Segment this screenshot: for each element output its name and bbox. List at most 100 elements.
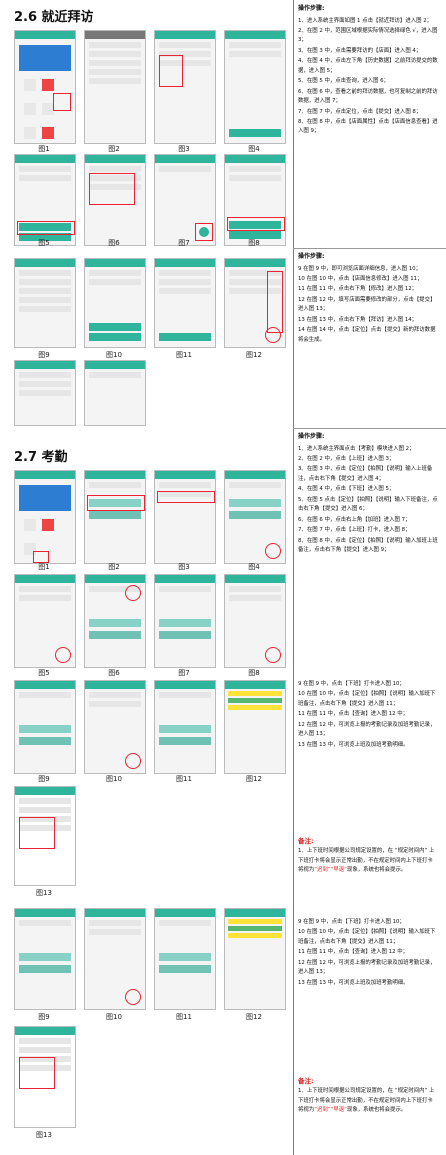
- figure-label: 图3: [178, 563, 190, 571]
- screenshot-fig7: [154, 154, 216, 246]
- screenshot-fig9: [14, 258, 76, 348]
- row-divider: [293, 428, 446, 429]
- screenshot-fig2: [84, 30, 146, 144]
- screenshot-fig8: [224, 154, 286, 246]
- screenshot-att-fig13b: [14, 1026, 76, 1128]
- figure-label: 图7: [178, 669, 190, 677]
- figure-label: 图6: [108, 239, 120, 247]
- step-item: 11 在图 11 中，点击【查询】进入图 12 中；: [298, 949, 409, 956]
- step-item: 8、在图 8 中，点击【定位】【拍照】【说明】输入加班上班备注，点击右下角【提交…: [298, 537, 438, 554]
- step-item: 9 在图 9 中，点击【下班】打卡进入图 10；: [298, 919, 405, 925]
- screenshot-att-fig9b: [14, 908, 76, 1010]
- screenshot-fig13: [14, 360, 76, 426]
- step-item: 2、在图 2 中，点击【上班】进入图 3；: [298, 455, 395, 462]
- note-text: 1、上下班时间根据公司规定设置的，在 “规定时间内” 上下班打卡将会显示正常出勤…: [298, 1088, 435, 1114]
- screenshot-att-fig10: [84, 680, 146, 774]
- figure-label: 图2: [108, 145, 120, 153]
- figure-label: 图11: [176, 1013, 192, 1021]
- screenshot-att-fig2: [84, 470, 146, 564]
- section-title-nearby-visit: 2.6 就近拜访: [14, 10, 94, 25]
- figure-label: 图9: [38, 775, 50, 783]
- figure-label: 图10: [106, 351, 122, 359]
- step-item: 2、在图 2 中，范围区域根据实际情况选择绿色 √，进入图 3；: [298, 27, 438, 44]
- step-item: 5、在图 5 点击【定位】【拍照】【说明】输入下班备注，点击右下角【提交】进入图…: [298, 496, 438, 513]
- figure-label: 图9: [38, 351, 50, 359]
- step-item: 4、在图 4 中，点击【下班】进入图 5；: [298, 486, 395, 493]
- screenshot-att-fig13: [14, 786, 76, 886]
- screenshot-fig14: [84, 360, 146, 426]
- figure-label: 图11: [176, 351, 192, 359]
- screenshot-att-fig9: [14, 680, 76, 774]
- screenshot-att-fig8: [224, 574, 286, 668]
- screenshot-att-fig11b: [154, 908, 216, 1010]
- step-item: 7、在图 7 中，点击【上班】打卡，进入图 8；: [298, 527, 411, 534]
- note-attendance-b: 备注: 1、上下班时间根据公司规定设置的，在 “规定时间内” 上下班打卡将会显示…: [298, 1076, 438, 1116]
- step-item: 7、在图 7 中，点击定位，点击【提交】进入图 8；: [298, 108, 422, 115]
- steps-heading: 操作步骤:: [298, 253, 325, 260]
- figure-label: 图1: [38, 563, 50, 571]
- screenshot-fig11: [154, 258, 216, 348]
- steps-attendance-c: 9 在图 9 中，点击【下班】打卡进入图 10； 10 在图 10 中，点击【定…: [298, 918, 438, 989]
- figure-label: 图12: [246, 351, 262, 359]
- screenshot-att-fig11: [154, 680, 216, 774]
- note-attendance-a: 备注: 1、上下班时间根据公司规定设置的，在 “规定时间内” 上下班打卡将会显示…: [298, 836, 438, 876]
- column-divider: [293, 0, 294, 1155]
- screenshot-att-fig7: [154, 574, 216, 668]
- step-item: 10 在图 10 中，点击【定位】【拍照】【说明】输入加班下班备注，点击右下角【…: [298, 929, 436, 945]
- screenshot-att-fig5: [14, 574, 76, 668]
- screenshot-att-fig3: [154, 470, 216, 564]
- screenshot-fig4: [224, 30, 286, 144]
- figure-label: 图3: [178, 145, 190, 153]
- step-item: 9 在图 9 中，即可浏览店面详细信息，进入图 10；: [298, 265, 421, 272]
- screenshot-att-fig4: [224, 470, 286, 564]
- figure-label: 图8: [248, 239, 260, 247]
- note-heading: 备注:: [298, 837, 314, 845]
- step-item: 6、在图 6 中，点击右上角【加班】进入图 7；: [298, 516, 411, 523]
- step-item: 12 在图 12 中，可浏览上报的考勤记录及加班考勤记录，进入图 13；: [298, 721, 436, 738]
- step-item: 3、在图 3 中，点击【定位】【拍照】【说明】输入上班备注，点击右下角【提交】进…: [298, 466, 433, 482]
- step-item: 6、在图 6 中，查看之前的拜访数据，也可复制之前的拜访数据，进入图 7；: [298, 88, 438, 105]
- screenshot-att-fig10b: [84, 908, 146, 1010]
- figure-label: 图2: [108, 563, 120, 571]
- figure-label: 图8: [248, 669, 260, 677]
- figure-label: 图11: [176, 775, 192, 783]
- steps-heading: 操作步骤:: [298, 5, 325, 12]
- figure-label: 图10: [106, 1013, 122, 1021]
- steps-heading: 操作步骤:: [298, 433, 325, 440]
- figure-label: 图12: [246, 1013, 262, 1021]
- screenshot-fig10: [84, 258, 146, 348]
- figure-label: 图1: [38, 145, 50, 153]
- row-divider: [293, 248, 446, 249]
- figure-label: 图10: [106, 775, 122, 783]
- step-item: 5、在图 5 中，点击查询，进入图 6；: [298, 78, 389, 85]
- screenshot-att-fig1: [14, 470, 76, 564]
- step-item: 10 在图 10 中，点击【定位】【拍照】【说明】输入加班下班备注，点击右下角【…: [298, 691, 436, 707]
- step-item: 14 在图 14 中，点击【定位】点击【提交】新的拜访数据将会生成。: [298, 327, 436, 343]
- figure-label: 图5: [38, 669, 50, 677]
- figure-label: 图4: [248, 563, 260, 571]
- screenshot-att-fig12: [224, 680, 286, 774]
- step-item: 9 在图 9 中，点击【下班】打卡进入图 10；: [298, 681, 405, 687]
- screenshot-att-fig12b: [224, 908, 286, 1010]
- step-item: 4、在图 4 中，点击左下角【历史数据】之前拜访提交的数据，进入图 5；: [298, 58, 438, 74]
- step-item: 13 在图 13 中，可浏览上班及加班考勤明细。: [298, 979, 409, 986]
- step-item: 13 在图 13 中，可浏览上班及加班考勤明细。: [298, 741, 409, 748]
- step-item: 10 在图 10 中，点击【店面信息修改】进入图 11；: [298, 275, 423, 282]
- figure-label: 图7: [178, 239, 190, 247]
- steps-nearby-visit-a: 操作步骤: 1、进入系统主界面如图 1 点击【就近拜访】进入图 2； 2、在图 …: [298, 4, 438, 138]
- note-heading: 备注:: [298, 1077, 314, 1085]
- figure-label: 图12: [246, 775, 262, 783]
- step-item: 3、在图 3 中，点击需要拜访的【店面】进入图 4；: [298, 47, 422, 54]
- figure-label: 图13: [36, 889, 52, 897]
- step-item: 8、在图 8 中，点击【店面属性】点击【店面信息查看】进入图 9；: [298, 119, 438, 135]
- figure-label: 图4: [248, 145, 260, 153]
- screenshot-fig12: [224, 258, 286, 348]
- step-item: 11 在图 11 中，点击【查询】进入图 12 中；: [298, 711, 409, 718]
- note-text: 1、上下班时间根据公司规定设置的，在 “规定时间内” 上下班打卡将会显示正常出勤…: [298, 848, 435, 874]
- steps-attendance-b: 9 在图 9 中，点击【下班】打卡进入图 10； 10 在图 10 中，点击【定…: [298, 680, 438, 751]
- step-item: 11 在图 11 中，点击右下角【修改】进入图 12；: [298, 286, 418, 293]
- step-item: 1、进入系统主界面点击【考勤】模块进入图 2；: [298, 445, 415, 452]
- step-item: 1、进入系统主界面如图 1 点击【就近拜访】进入图 2；: [298, 17, 433, 24]
- step-item: 12 在图 12 中，可浏览上报的考勤记录及加班考勤记录，进入图 13；: [298, 959, 436, 976]
- step-item: 12 在图 12 中，填写店面需要修改的部分，点击【提交】进入图 13；: [298, 296, 436, 313]
